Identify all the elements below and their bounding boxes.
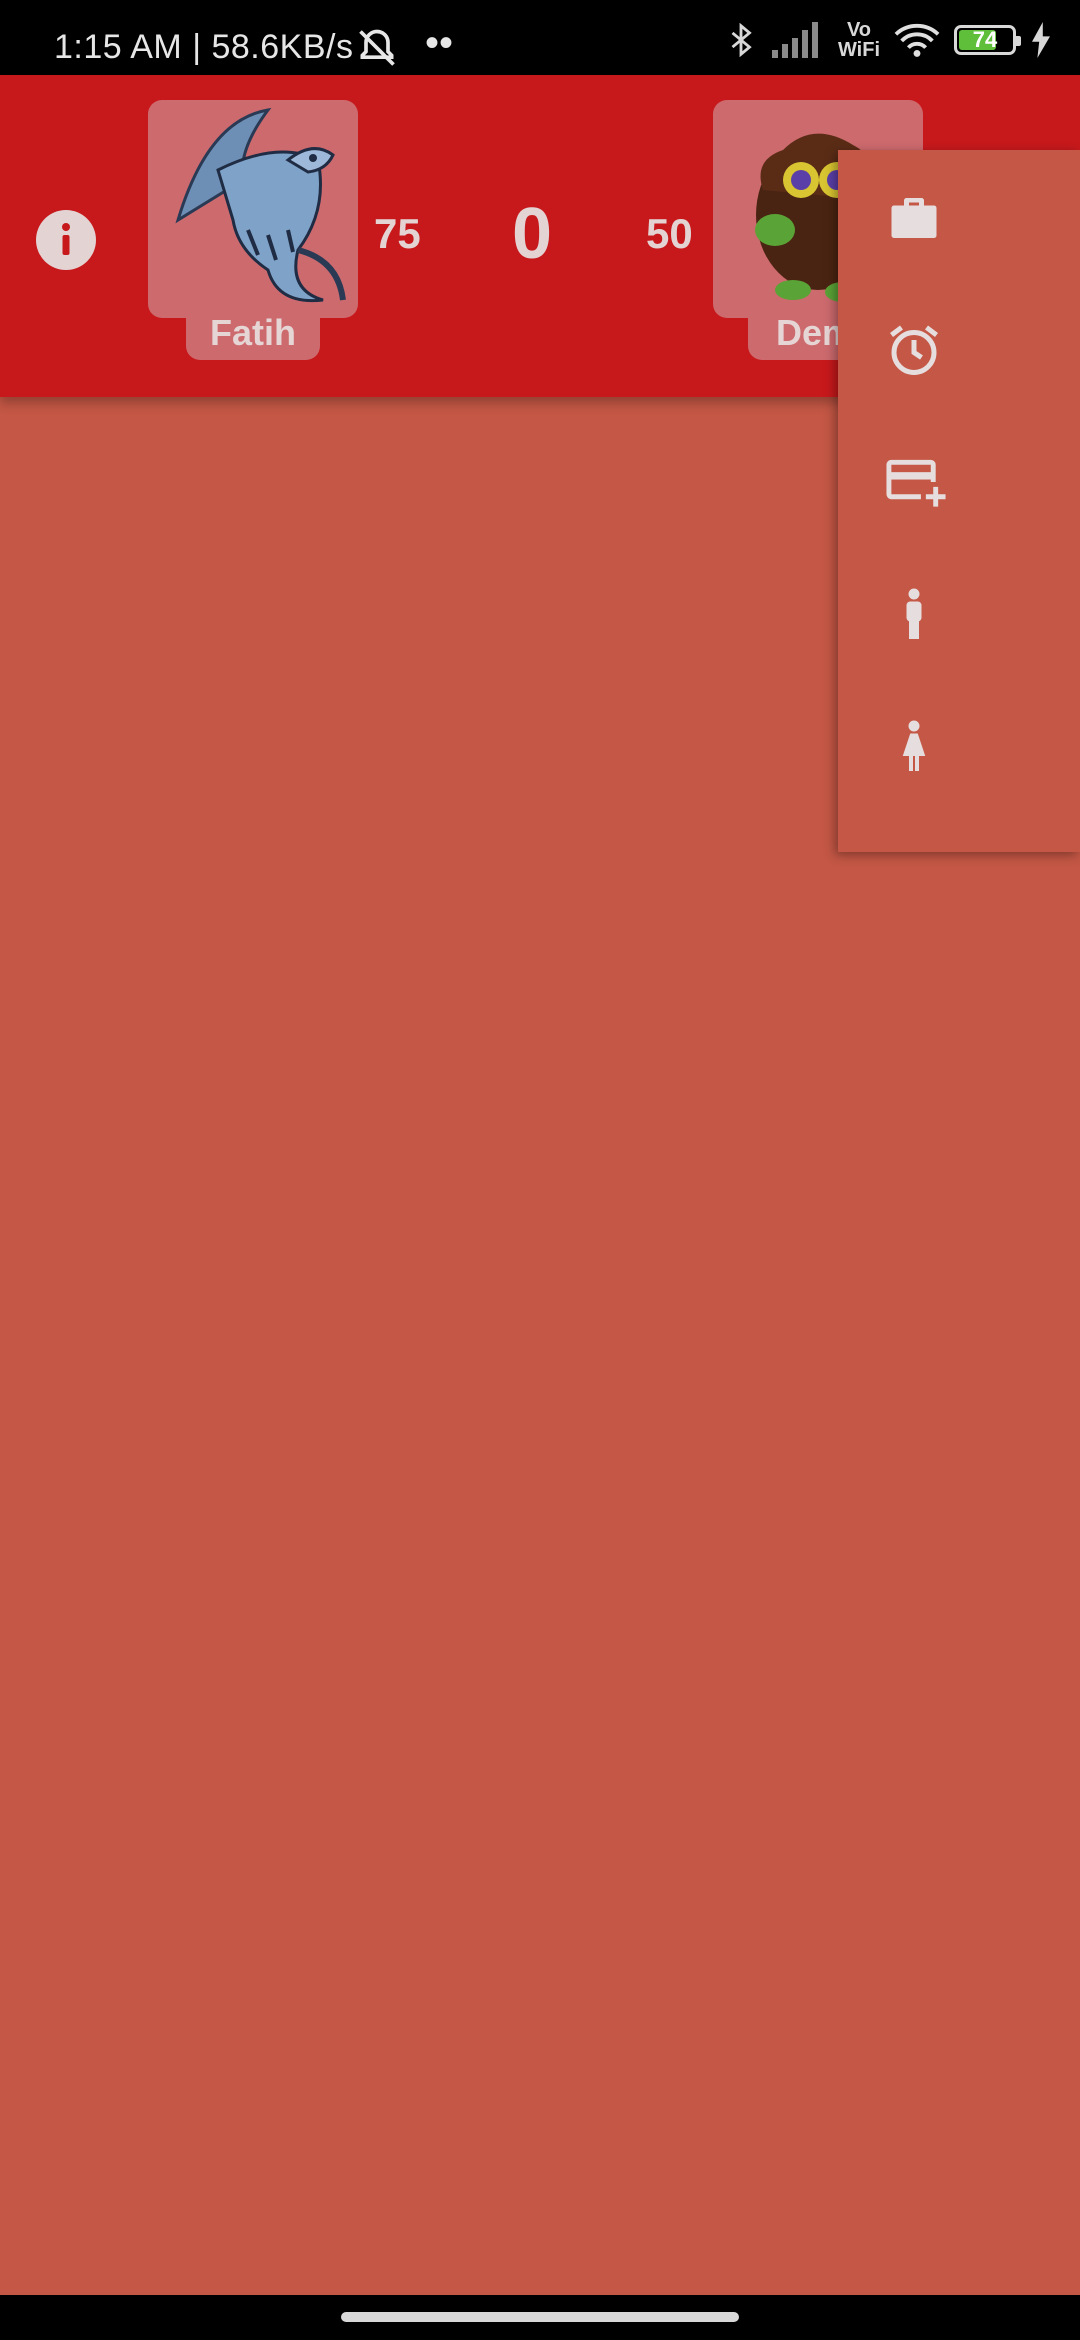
player2-side-score: 50 xyxy=(646,210,693,257)
more-dots-icon: •• xyxy=(425,21,454,65)
bluetooth-icon xyxy=(731,22,752,58)
man-icon xyxy=(906,588,922,639)
player1-avatar[interactable] xyxy=(148,100,358,318)
wifi-icon xyxy=(894,24,940,57)
vowifi-top-label: Vo xyxy=(846,19,872,41)
battery-level: 74 xyxy=(972,27,998,52)
menu-item-alarm[interactable] xyxy=(838,284,1080,416)
status-bar: 1:15 AM | 58.6KB/s •• Vo WiFi 74 xyxy=(0,0,1080,75)
signal-icon xyxy=(771,22,818,58)
home-gesture-handle[interactable] xyxy=(341,2312,739,2322)
alarm-clock-icon xyxy=(890,325,938,375)
vowifi-bottom-label: WiFi xyxy=(837,39,880,61)
status-time: 1:15 AM | 58.6KB/s xyxy=(54,28,354,66)
mute-icon xyxy=(359,29,395,66)
center-score: 0 xyxy=(512,194,553,274)
woman-icon xyxy=(902,720,926,771)
vowifi-icon: Vo WiFi xyxy=(838,20,880,60)
menu-item-woman[interactable] xyxy=(838,680,1080,812)
menu-item-briefcase[interactable] xyxy=(838,152,1080,284)
popup-menu xyxy=(838,150,1080,852)
add-card-icon xyxy=(886,459,946,507)
info-icon[interactable] xyxy=(36,210,96,270)
menu-item-man[interactable] xyxy=(838,548,1080,680)
battery-tip xyxy=(1016,36,1021,46)
briefcase-icon xyxy=(891,198,937,238)
player1-side-score: 75 xyxy=(374,210,421,257)
menu-item-add-card[interactable] xyxy=(838,416,1080,548)
player1-name: Fatih xyxy=(186,308,320,360)
blue-dragon-avatar xyxy=(175,107,346,303)
charging-icon xyxy=(1032,22,1050,58)
battery-icon: 74 xyxy=(954,25,1021,55)
